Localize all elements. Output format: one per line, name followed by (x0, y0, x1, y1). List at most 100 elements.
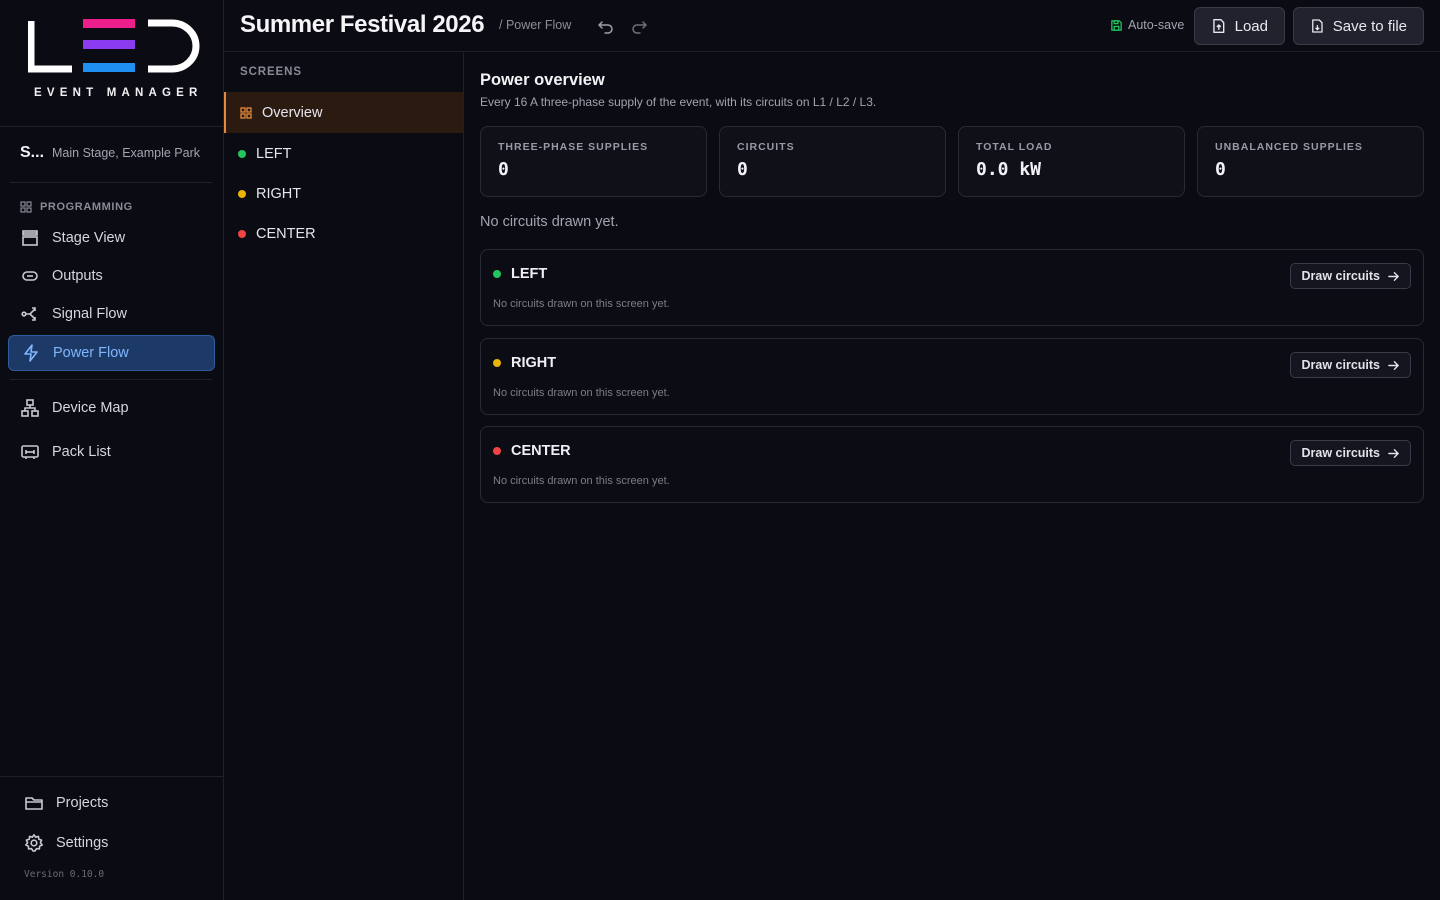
screens-heading: SCREENS (240, 66, 302, 78)
draw-circuits-button[interactable]: Draw circuits (1290, 263, 1411, 289)
stat-value: 0.0 kW (976, 159, 1042, 180)
top-header: Summer Festival 2026 / Power Flow Auto-s… (224, 0, 1440, 52)
stat-card-circuits: CIRCUITS 0 (719, 126, 946, 197)
screen-item-left[interactable]: LEFT (224, 133, 463, 174)
folder-icon (25, 797, 43, 810)
autosave-indicator[interactable]: Auto-save (1110, 18, 1184, 32)
screen-item-label: LEFT (256, 145, 292, 162)
app-root: EVENT MANAGER S... Main Stage, Example P… (0, 0, 1440, 900)
sidebar-item-outputs[interactable]: Outputs (8, 258, 215, 294)
main-sidebar: EVENT MANAGER S... Main Stage, Example P… (0, 0, 224, 900)
screen-card-center: CENTER No circuits drawn on this screen … (480, 426, 1424, 503)
project-location: Main Stage, Example Park (52, 146, 201, 160)
sidebar-item-pack-list[interactable]: Pack List (8, 434, 215, 470)
pack-list-icon (21, 445, 39, 459)
screen-card-note: No circuits drawn on this screen yet. (493, 475, 670, 487)
screen-item-overview[interactable]: Overview (224, 92, 463, 133)
section-label: PROGRAMMING (40, 201, 133, 213)
sidebar-item-label: Signal Flow (52, 306, 127, 322)
screen-card-title: CENTER (493, 443, 571, 459)
stat-value: 0 (1215, 159, 1226, 180)
status-dot (238, 229, 246, 238)
stage-icon (22, 230, 38, 246)
arrow-right-icon (1388, 360, 1399, 370)
sidebar-item-label: Stage View (52, 230, 126, 246)
screen-card-right: RIGHT No circuits drawn on this screen y… (480, 338, 1424, 415)
sidebar-item-device-map[interactable]: Device Map (8, 390, 215, 426)
draw-circuits-label: Draw circuits (1301, 269, 1380, 283)
signal-flow-icon (21, 307, 36, 321)
section-title: Power overview (480, 71, 605, 89)
screen-card-name: CENTER (511, 443, 571, 459)
undo-icon (598, 21, 613, 34)
save-disk-icon (1111, 19, 1122, 31)
sidebar-item-label: Projects (56, 795, 109, 811)
sidebar-item-stage-view[interactable]: Stage View (8, 220, 215, 256)
stat-card-unbalanced: UNBALANCED SUPPLIES 0 (1197, 126, 1424, 197)
led-logo-graphic (27, 19, 200, 73)
screen-card-name: RIGHT (511, 355, 557, 371)
sidebar-item-label: Power Flow (53, 345, 129, 361)
outputs-icon (22, 271, 38, 281)
screens-panel: SCREENS Overview LEFT RIGHT CENTER (224, 52, 464, 900)
sidebar-item-label: Pack List (52, 444, 111, 460)
arrow-right-icon (1388, 448, 1399, 458)
undo-button[interactable] (596, 16, 616, 36)
screen-card-name: LEFT (511, 266, 548, 282)
load-button[interactable]: Load (1194, 7, 1285, 45)
draw-circuits-label: Draw circuits (1301, 446, 1380, 460)
screen-card-note: No circuits drawn on this screen yet. (493, 387, 670, 399)
divider (0, 776, 223, 777)
sidebar-item-label: Settings (56, 835, 109, 851)
save-label: Save to file (1332, 17, 1407, 35)
status-dot (493, 359, 501, 367)
stat-value: 0 (498, 159, 509, 180)
stat-label: UNBALANCED SUPPLIES (1215, 141, 1363, 153)
save-to-file-button[interactable]: Save to file (1293, 7, 1424, 45)
screen-item-right[interactable]: RIGHT (224, 173, 463, 214)
app-logo[interactable]: EVENT MANAGER (27, 18, 204, 104)
sidebar-item-power-flow[interactable]: Power Flow (8, 335, 215, 371)
stat-value: 0 (737, 159, 748, 180)
page-title: Summer Festival 2026 (240, 11, 485, 38)
power-overview-content: Power overview Every 16 A three-phase su… (464, 52, 1440, 900)
breadcrumb: / Power Flow (499, 18, 572, 32)
status-dot (238, 189, 246, 198)
autosave-label: Auto-save (1128, 18, 1185, 32)
logo-subtitle: EVENT MANAGER (34, 87, 203, 99)
sidebar-item-label: Device Map (52, 400, 129, 416)
sidebar-item-signal-flow[interactable]: Signal Flow (8, 296, 215, 332)
gear-icon (25, 834, 43, 852)
lightning-icon (24, 344, 38, 362)
project-name: S... (20, 144, 45, 161)
redo-button[interactable] (629, 16, 649, 36)
status-dot (238, 149, 246, 158)
screen-card-title: LEFT (493, 266, 547, 282)
draw-circuits-button[interactable]: Draw circuits (1290, 352, 1411, 378)
screen-item-label: RIGHT (256, 185, 302, 202)
stat-card-supplies: THREE-PHASE SUPPLIES 0 (480, 126, 707, 197)
section-heading-programming: PROGRAMMING (20, 201, 133, 213)
empty-state-message: No circuits drawn yet. (480, 214, 619, 230)
sidebar-item-projects[interactable]: Projects (12, 785, 219, 821)
status-dot (493, 270, 501, 278)
arrow-right-icon (1388, 271, 1399, 281)
screen-card-note: No circuits drawn on this screen yet. (493, 298, 670, 310)
stat-label: CIRCUITS (737, 141, 795, 153)
draw-circuits-button[interactable]: Draw circuits (1290, 440, 1411, 466)
grid-icon (20, 201, 32, 213)
screen-item-center[interactable]: CENTER (224, 213, 463, 254)
stat-label: TOTAL LOAD (976, 141, 1053, 153)
current-project[interactable]: S... Main Stage, Example Park (20, 144, 210, 168)
screen-item-label: Overview (262, 104, 323, 121)
sidebar-item-label: Outputs (52, 268, 103, 284)
load-label: Load (1234, 17, 1268, 35)
section-description: Every 16 A three-phase supply of the eve… (480, 95, 877, 109)
divider (10, 379, 212, 380)
app-version: Version 0.10.0 (24, 869, 105, 880)
divider (0, 126, 223, 127)
screen-item-label: CENTER (256, 225, 316, 242)
sidebar-item-settings[interactable]: Settings (12, 825, 219, 861)
file-download-icon (1312, 19, 1323, 33)
stat-card-total-load: TOTAL LOAD 0.0 kW (958, 126, 1185, 197)
